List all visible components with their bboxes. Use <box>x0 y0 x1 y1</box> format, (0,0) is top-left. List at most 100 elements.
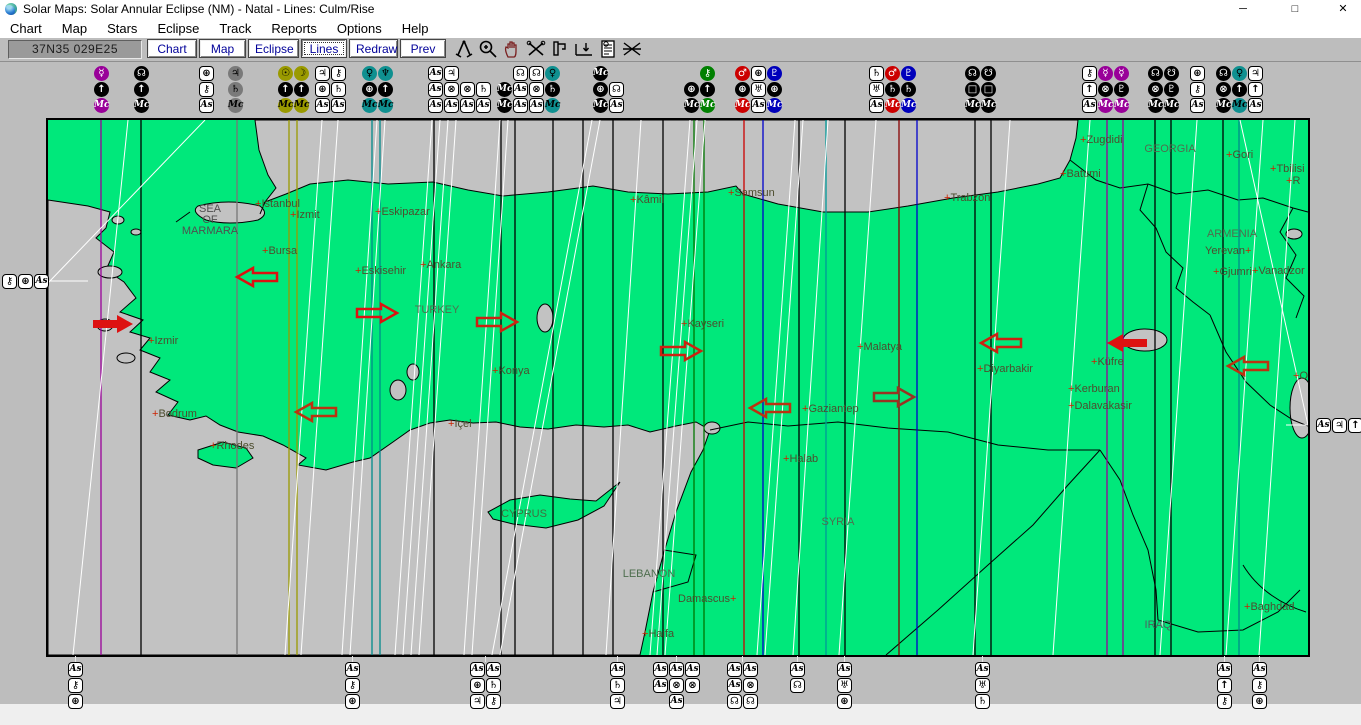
top-line-marker[interactable]: As As As ♃ ⊗ As ⊗ As ♄ As <box>428 66 491 113</box>
top-line-marker[interactable]: ☿ ↑ Mc <box>94 66 109 113</box>
edge-marker-left[interactable]: ⚷ ⊕ As <box>2 274 49 289</box>
city-label-yerevan: Yerevan+ <box>1205 245 1251 257</box>
toolbar-button-prev[interactable]: Prev <box>400 39 446 58</box>
bottom-line-marker[interactable]: As ♅ ⊕ <box>837 662 852 709</box>
badge-column: ☊ ↑ Mc <box>134 66 149 113</box>
paint-roller-tool-icon[interactable] <box>548 38 572 60</box>
top-line-marker[interactable]: ⊕ ⚷ As <box>199 66 214 113</box>
edge-marker-right[interactable]: As ♃ ↑ <box>1316 418 1361 433</box>
glyph-badge-as: As <box>669 694 684 709</box>
badge-column: ♃ ⊕ As <box>315 66 330 113</box>
lake-egirdir <box>406 363 420 381</box>
glyph-badge-planet: ⊕ <box>767 82 782 97</box>
maximize-button[interactable]: □ <box>1280 1 1310 17</box>
toolbar-button-redraw[interactable]: Redraw <box>349 39 398 58</box>
badge-column: ☿ ⊗ Mc <box>1098 66 1113 113</box>
menu-item-options[interactable]: Options <box>327 21 392 36</box>
badge-column: ⊕ Mc <box>684 66 699 113</box>
top-line-marker[interactable]: ☊ ↑ Mc <box>134 66 149 113</box>
top-line-marker[interactable]: ☊ □ Mc ☋ □ Mc <box>965 66 996 113</box>
close-button[interactable]: ✕ <box>1328 1 1358 17</box>
bottom-line-marker[interactable]: As ↑ ⚷ <box>1217 662 1232 709</box>
report-tool-icon[interactable] <box>596 38 620 60</box>
glyph-badge-planet: ♃ <box>228 66 243 81</box>
minimize-button[interactable]: ─ <box>1228 1 1258 17</box>
title-bar: Solar Maps: Solar Annular Eclipse (NM) -… <box>0 0 1361 18</box>
toolbar-button-map[interactable]: Map <box>199 39 246 58</box>
badge-column: As ↑ ⚷ <box>1217 662 1232 709</box>
city-label-kerburan: +Kerburan <box>1068 383 1120 395</box>
zoom-tool-icon[interactable] <box>476 38 500 60</box>
marker-connector <box>844 656 845 662</box>
glyph-badge-planet: □ <box>981 82 996 97</box>
glyph-badge-mc: Mc <box>735 98 750 113</box>
glyph-badge-planet: ☊ <box>1216 66 1231 81</box>
glyph-badge-planet: ♄ <box>228 82 243 97</box>
toolbar-button-lines[interactable]: Lines <box>301 39 347 58</box>
top-line-marker[interactable]: ⚷ ↑ As ☿ ⊗ Mc ☿ ♇ Mc <box>1082 66 1129 113</box>
lake-beysehir <box>389 379 407 401</box>
menu-item-stars[interactable]: Stars <box>97 21 147 36</box>
top-line-marker[interactable]: ♃ ♄ Mc <box>228 66 243 113</box>
glyph-badge-planet: ☿ <box>1098 66 1113 81</box>
bottom-line-marker[interactable]: As As As ⊗ As As ⊗ <box>653 662 700 709</box>
menu-item-chart[interactable]: Chart <box>0 21 52 36</box>
bottom-line-marker[interactable]: As ⊕ ♃ As ♄ ⚷ <box>470 662 501 709</box>
hide-lines-tool-icon[interactable] <box>620 38 644 60</box>
glyph-badge-as: As <box>470 662 485 677</box>
glyph-badge-mc: Mc <box>1164 98 1179 113</box>
toolbar-button-chart[interactable]: Chart <box>147 39 197 58</box>
dividers-tool-icon[interactable] <box>452 38 476 60</box>
marker-connector <box>797 656 798 662</box>
city-label-bodrum: +Bodrum <box>152 408 197 420</box>
glyph-badge-planet: ♀ <box>362 66 377 81</box>
glyph-badge-as: As <box>513 82 528 97</box>
bottom-line-marker[interactable]: As ⚷ ⊕ <box>1252 662 1267 709</box>
top-line-marker[interactable]: ♃ ⊕ As ⚷ ♄ As <box>315 66 346 113</box>
bottom-line-marker[interactable]: As ⚷ ⊕ <box>68 662 83 709</box>
top-line-marker[interactable]: Mc Mc ☊ As As ☊ ⊗ As ♀ ♄ Mc <box>497 66 560 113</box>
city-label-damascus: Damascus+ <box>678 593 736 605</box>
menu-item-map[interactable]: Map <box>52 21 97 36</box>
cut-lines-tool-icon[interactable] <box>524 38 548 60</box>
badge-column: ♇ ⊕ Mc <box>767 66 782 113</box>
badge-column: Mc Mc <box>497 66 512 113</box>
bottom-line-marker[interactable]: As ⚷ ⊕ <box>345 662 360 709</box>
glyph-badge-planet: ♅ <box>869 82 884 97</box>
badge-column: As ♅ ⊕ <box>837 662 852 709</box>
toolbar-button-eclipse[interactable]: Eclipse <box>248 39 299 58</box>
menu-item-track[interactable]: Track <box>209 21 261 36</box>
top-line-marker[interactable]: Mc ⊕ Mc ☊ As <box>593 66 624 113</box>
bottom-line-marker[interactable]: As As ☊ As ⊗ ☊ <box>727 662 758 709</box>
glyph-badge-planet: ♄ <box>610 678 625 693</box>
top-line-marker[interactable]: ☉ ↑ Mc ☽ ↑ Mc <box>278 66 309 113</box>
glyph-badge-planet: ⚷ <box>1217 694 1232 709</box>
glyph-badge-planet: ☊ <box>513 66 528 81</box>
top-line-marker[interactable]: ♀ ⊕ Mc ♆ ↑ Mc <box>362 66 393 113</box>
top-line-marker[interactable]: ♂ ⊕ Mc ⊕ ♅ As ♇ ⊕ Mc <box>735 66 782 113</box>
glyph-badge-mc: Mc <box>593 98 608 113</box>
glyph-badge-planet: ⊕ <box>751 66 766 81</box>
app-window: Solar Maps: Solar Annular Eclipse (NM) -… <box>0 0 1361 725</box>
city-label-samsun: +Samsun <box>728 187 775 199</box>
menu-item-reports[interactable]: Reports <box>261 21 327 36</box>
map-frame: SEA OF MARMARA TURKEY CYPRUS LEBANON SYRIA GEOR… <box>46 118 1310 657</box>
menu-item-help[interactable]: Help <box>392 21 439 36</box>
top-line-marker[interactable]: ♄ ♅ As ♂ ♄ Mc ♇ ♄ Mc <box>869 66 916 113</box>
bottom-line-marker[interactable]: As ☊ <box>790 662 805 709</box>
top-line-marker[interactable]: ⊕ Mc ⚷ ↑ Mc <box>684 66 715 113</box>
pan-tool-icon[interactable] <box>500 38 524 60</box>
glyph-badge-as: As <box>975 662 990 677</box>
glyph-badge-as: As <box>685 662 700 677</box>
glyph-badge-mc: Mc <box>981 98 996 113</box>
top-line-marker[interactable]: ☊ ⊗ Mc ♀ ↑ Mc ♃ ↑ As <box>1216 66 1263 113</box>
top-line-marker[interactable]: ⊕ ⚷ As <box>1190 66 1205 113</box>
glyph-badge-as: As <box>476 98 491 113</box>
map-canvas[interactable]: SEA OF MARMARATURKEYCYPRUSLEBANONSYRIAGEOR… <box>48 120 1308 655</box>
menu-item-eclipse[interactable]: Eclipse <box>147 21 209 36</box>
glyph-badge-as: As <box>199 98 214 113</box>
bottom-line-marker[interactable]: As ♄ ♃ <box>610 662 625 709</box>
bottom-line-marker[interactable]: As ♅ ♄ <box>975 662 990 709</box>
top-line-marker[interactable]: ☊ ⊗ Mc ☋ ♇ Mc <box>1148 66 1179 113</box>
drop-point-tool-icon[interactable] <box>572 38 596 60</box>
